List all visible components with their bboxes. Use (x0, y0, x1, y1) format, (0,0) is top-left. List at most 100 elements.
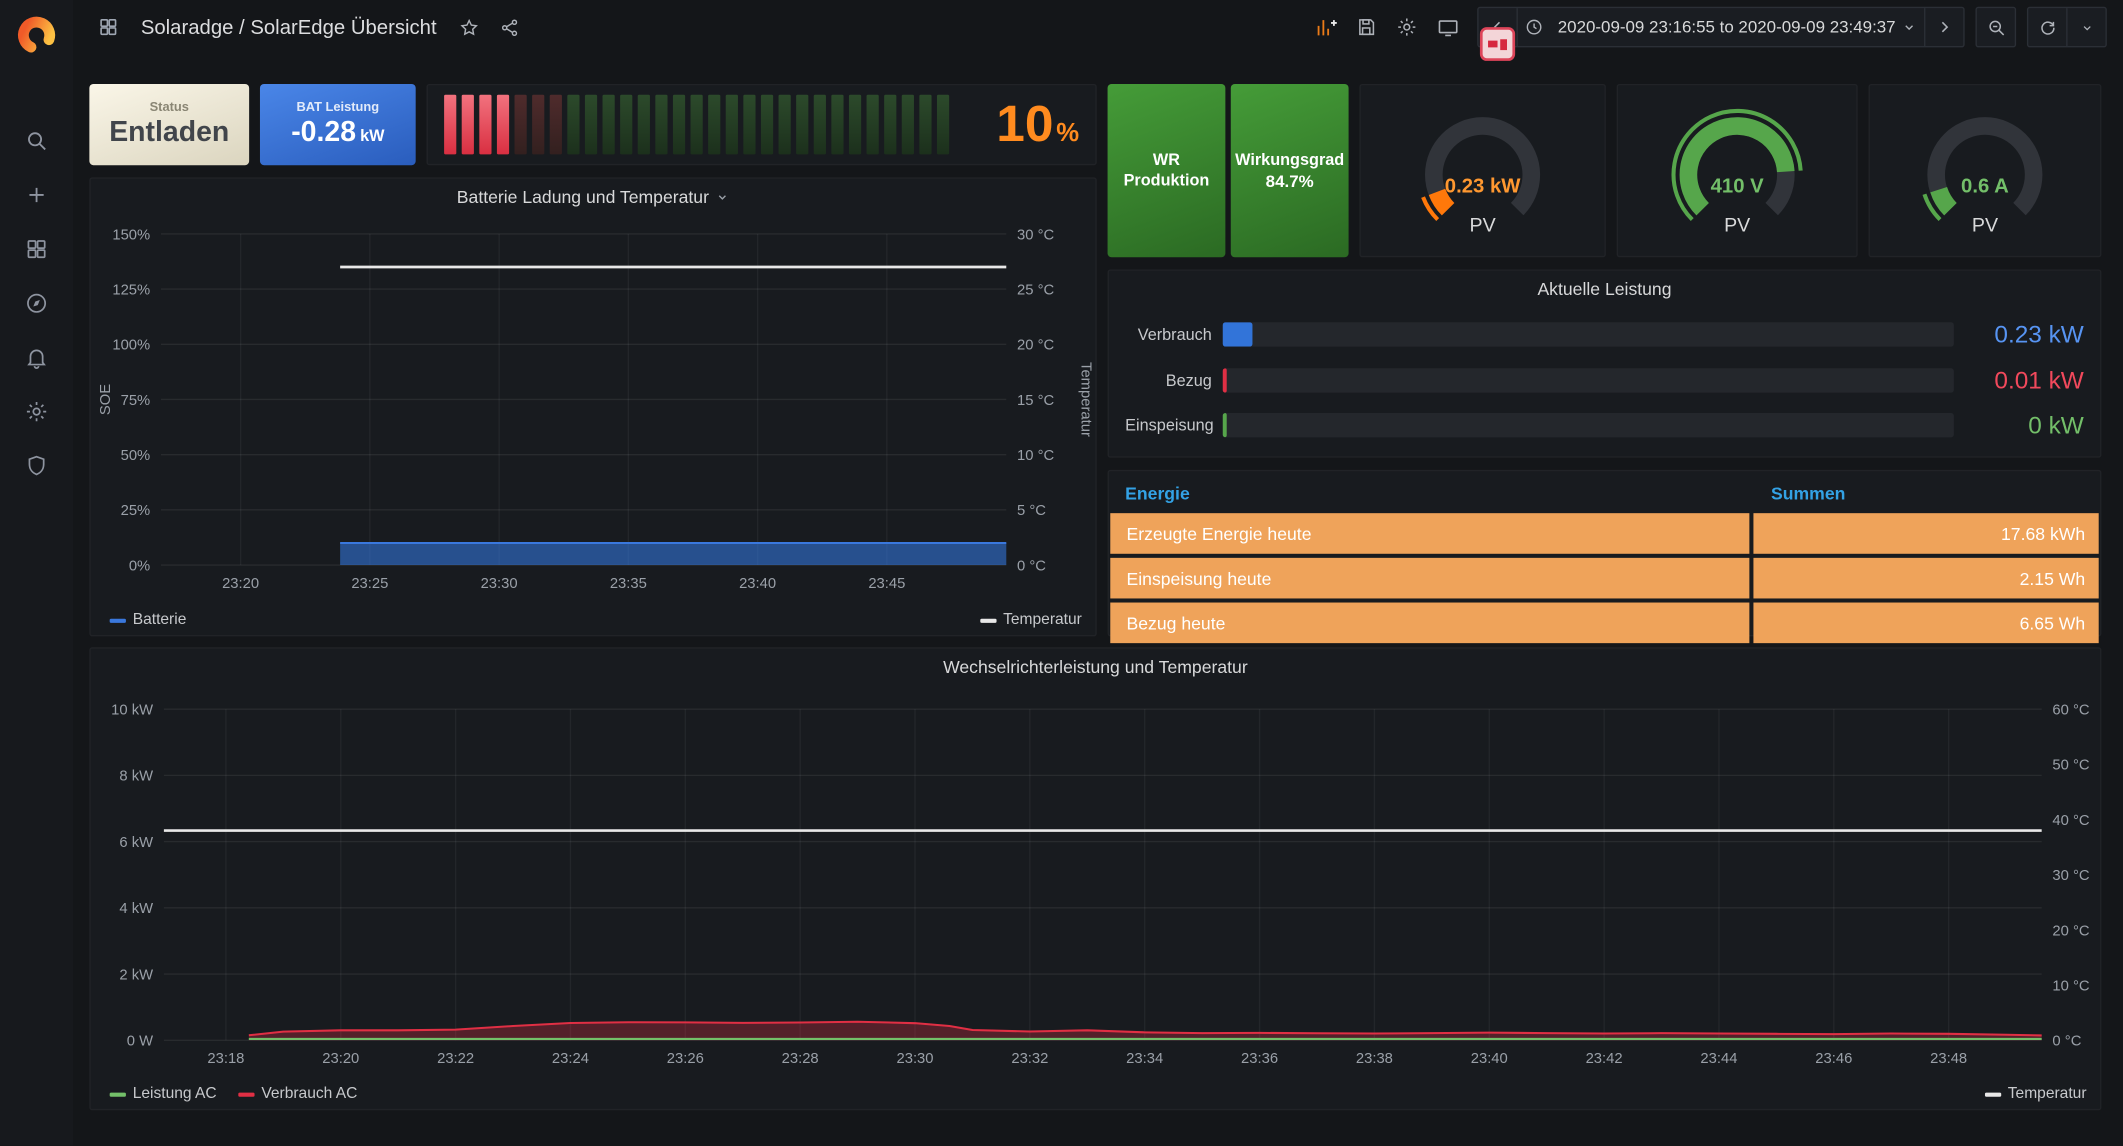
svg-text:15 °C: 15 °C (1017, 393, 1054, 409)
gauge-value: 0.6 A (1870, 175, 2100, 198)
legend-label: Leistung AC (133, 1086, 217, 1102)
table-cell-label: Einspeisung heute (1110, 558, 1749, 599)
aktuelle-leistung-panel: Aktuelle Leistung Verbrauch 0.23 kW Bezu… (1108, 269, 2102, 457)
svg-text:Temperatur: Temperatur (1078, 362, 1094, 437)
battery-cell (761, 95, 773, 155)
grafana-dashboard: Solaradge / SolarEdge Übersicht (0, 0, 2123, 1146)
legend-item-temperatur[interactable]: Temperatur (980, 612, 1082, 628)
svg-text:8 kW: 8 kW (119, 769, 153, 785)
svg-text:30 °C: 30 °C (2052, 868, 2089, 884)
dashboard-title[interactable]: Solaradge / SolarEdge Übersicht (141, 16, 437, 39)
wirkungsgrad-label: Wirkungsgrad (1235, 150, 1344, 170)
einspeisung-bar-fill (1223, 413, 1227, 437)
gauge-label: PV (1870, 215, 2100, 237)
svg-text:30 °C: 30 °C (1017, 227, 1054, 243)
legend-item-leistung-ac[interactable]: Leistung AC (110, 1086, 217, 1102)
svg-text:23:20: 23:20 (222, 576, 259, 592)
refresh-icon (2037, 17, 2057, 37)
zoom-out-button[interactable] (1977, 8, 2015, 46)
svg-text:60 °C: 60 °C (2052, 703, 2089, 719)
battery-cell (655, 95, 667, 155)
panel-title[interactable]: Batterie Ladung und Temperatur (91, 179, 1096, 214)
configuration-button[interactable] (9, 385, 63, 439)
svg-text:23:40: 23:40 (739, 576, 776, 592)
svg-text:23:38: 23:38 (1356, 1051, 1393, 1067)
gauge-arc (1381, 93, 1584, 228)
bar-value: 0.23 kW (1954, 320, 2084, 348)
svg-text:4 kW: 4 kW (119, 901, 153, 917)
battery-cell (444, 95, 456, 155)
svg-text:23:28: 23:28 (782, 1051, 819, 1067)
dashboard-header: Solaradge / SolarEdge Übersicht (73, 0, 2123, 54)
dashboard-settings-button[interactable] (1389, 7, 1427, 48)
shield-icon (24, 454, 48, 478)
battery-cell (532, 95, 544, 155)
battery-cell (550, 95, 562, 155)
stat-title: BAT Leistung (296, 101, 379, 116)
star-dashboard-button[interactable] (450, 7, 488, 48)
legend-swatch (110, 618, 126, 622)
energie-table-panel: Energie Summen Erzeugte Energie heute 17… (1108, 470, 2102, 637)
refresh-interval-dropdown[interactable] (2068, 8, 2106, 46)
svg-text:25 °C: 25 °C (1017, 282, 1054, 298)
battery-soc-bargauge-panel: 10% (427, 84, 1097, 165)
panel-title[interactable]: Aktuelle Leistung (1109, 271, 2100, 306)
svg-text:SOE: SOE (98, 384, 114, 415)
chevron-down-icon (1901, 19, 1917, 35)
grafana-logo[interactable] (11, 11, 62, 60)
time-shift-forward-button[interactable] (1925, 8, 1963, 46)
battery-cell (497, 95, 509, 155)
create-button[interactable] (9, 168, 63, 222)
einspeisung-bar-track (1223, 413, 1954, 437)
bar-label: Einspeisung (1125, 416, 1212, 435)
legend-label: Verbrauch AC (261, 1086, 357, 1102)
legend-item-verbrauch-ac[interactable]: Verbrauch AC (238, 1086, 357, 1102)
explore-button[interactable] (9, 276, 63, 330)
panel-title[interactable]: Wechselrichterleistung und Temperatur (91, 649, 2100, 684)
refresh-button[interactable] (2028, 8, 2066, 46)
svg-text:23:40: 23:40 (1471, 1051, 1508, 1067)
battery-cell (867, 95, 879, 155)
column-header-energie[interactable]: Energie (1109, 483, 1752, 503)
dashboard-icon-button[interactable] (89, 7, 127, 48)
add-panel-button[interactable] (1307, 7, 1345, 48)
battery-chart-canvas[interactable]: 23:2023:2523:3023:3523:4023:450%25%50%75… (91, 179, 1096, 635)
svg-text:23:32: 23:32 (1011, 1051, 1048, 1067)
svg-text:10 °C: 10 °C (2052, 978, 2089, 994)
broken-image-icon (1480, 27, 1515, 61)
svg-text:20 °C: 20 °C (2052, 923, 2089, 939)
svg-text:6 kW: 6 kW (119, 835, 153, 851)
add-panel-icon (1315, 16, 1338, 39)
battery-cell (515, 95, 527, 155)
inverter-chart-canvas[interactable]: 23:1823:2023:2223:2423:2623:2823:3023:32… (91, 649, 2100, 1109)
refresh-group (2027, 7, 2107, 48)
server-admin-button[interactable] (9, 439, 63, 493)
stat-title: Status (150, 101, 189, 116)
column-header-summen[interactable]: Summen (1752, 483, 1845, 503)
wr-produktion-stat-panel: WR Produktion (1108, 84, 1226, 257)
share-dashboard-button[interactable] (491, 7, 529, 48)
gauge-value: 0.23 kW (1361, 175, 1605, 198)
battery-cell (638, 95, 650, 155)
search-button[interactable] (9, 114, 63, 168)
alerting-button[interactable] (9, 330, 63, 384)
gauge-label: PV (1618, 215, 1856, 237)
battery-power-value: -0.28kW (291, 118, 384, 148)
battery-cell (743, 95, 755, 155)
legend-item-temperatur[interactable]: Temperatur (1985, 1086, 2087, 1102)
sidebar-nav (9, 114, 63, 493)
legend-item-batterie[interactable]: Batterie (110, 612, 187, 628)
gauge-arc (1636, 93, 1839, 228)
star-icon (459, 17, 479, 37)
battery-cell (462, 95, 474, 155)
dashboards-button[interactable] (9, 222, 63, 276)
chart-legend: Batterie Temperatur (110, 612, 1082, 628)
bell-icon (24, 345, 48, 369)
table-cell-label: Bezug heute (1110, 603, 1749, 644)
gauge-label: PV (1361, 215, 1605, 237)
verbrauch-bar-fill (1223, 322, 1252, 346)
save-dashboard-button[interactable] (1348, 7, 1386, 48)
time-controls: 2020-09-09 23:16:55 to 2020-09-09 23:49:… (1478, 7, 1965, 48)
time-range-picker[interactable]: 2020-09-09 23:16:55 to 2020-09-09 23:49:… (1518, 8, 1924, 46)
cycle-view-button[interactable] (1429, 7, 1467, 48)
